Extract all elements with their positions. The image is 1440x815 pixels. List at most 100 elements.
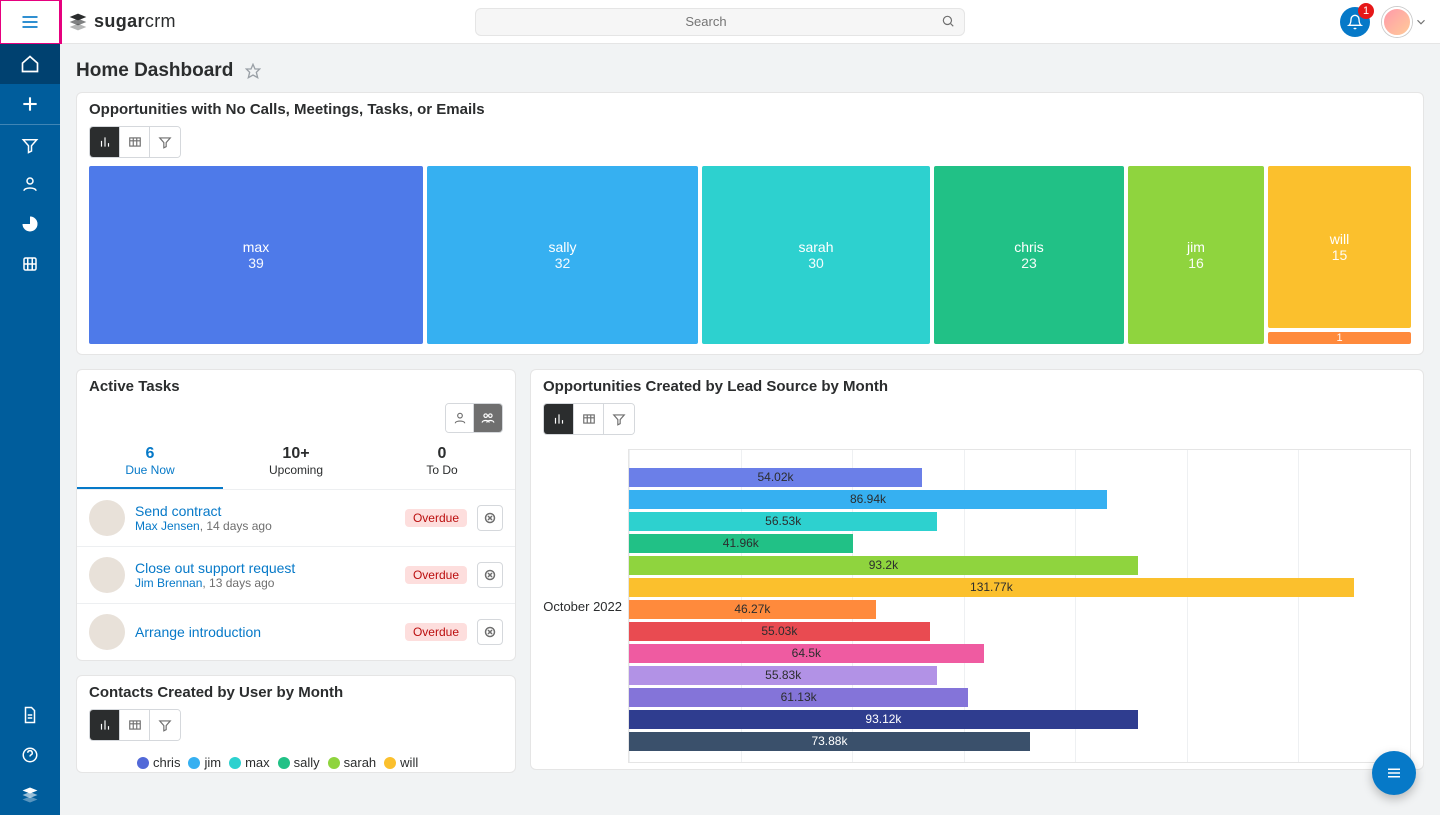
task-dismiss-button[interactable] — [477, 619, 503, 645]
treemap-cell[interactable]: 1 — [1268, 332, 1411, 344]
tab-count: 10+ — [223, 445, 369, 463]
treemap-cell[interactable]: jim16 — [1128, 166, 1264, 344]
treemap-cell[interactable]: chris23 — [934, 166, 1124, 344]
leadsrc-filter[interactable] — [604, 404, 634, 434]
close-icon — [484, 512, 496, 524]
filter-icon — [158, 135, 172, 149]
legend-item[interactable]: max — [229, 755, 270, 770]
nav-stack[interactable] — [0, 775, 60, 815]
bar-segment[interactable]: 93.2k — [629, 556, 1138, 575]
status-badge: Overdue — [405, 623, 467, 641]
treemap-cell-name: chris — [1014, 239, 1044, 255]
legend-item[interactable]: sally — [278, 755, 320, 770]
tab-count: 0 — [369, 445, 515, 463]
view-table-button[interactable] — [120, 127, 150, 157]
contacts-view-table[interactable] — [120, 710, 150, 740]
search-input[interactable] — [475, 8, 965, 36]
treemap-cell[interactable]: will15 — [1268, 166, 1411, 328]
chevron-down-icon — [1414, 15, 1428, 29]
bar-segment[interactable]: 64.5k — [629, 644, 984, 663]
bar-segment[interactable]: 41.96k — [629, 534, 853, 553]
bar-row: 55.03k — [629, 620, 1400, 642]
bar-segment[interactable]: 86.94k — [629, 490, 1107, 509]
table-icon — [582, 412, 596, 426]
bar-segment[interactable]: 131.77k — [629, 578, 1354, 597]
tasks-scope-team[interactable] — [474, 404, 502, 432]
tab-label: Upcoming — [223, 463, 369, 477]
tasks-scope-mine[interactable] — [446, 404, 474, 432]
treemap-cell[interactable]: sally32 — [427, 166, 698, 344]
profile-menu[interactable] — [1382, 7, 1428, 37]
treemap-cell-name: max — [243, 239, 269, 255]
plus-icon — [20, 94, 40, 114]
main-menu-button[interactable] — [0, 0, 60, 44]
legend-swatch — [229, 757, 241, 769]
hamburger-icon — [1385, 764, 1403, 782]
bar-segment[interactable]: 55.03k — [629, 622, 930, 641]
funnel-icon — [21, 136, 39, 154]
task-dismiss-button[interactable] — [477, 562, 503, 588]
notifications-button[interactable]: 1 — [1340, 7, 1370, 37]
view-chart-button[interactable] — [90, 127, 120, 157]
legend-item[interactable]: chris — [137, 755, 180, 770]
legend-swatch — [188, 757, 200, 769]
close-icon — [484, 569, 496, 581]
contacts-view-chart[interactable] — [90, 710, 120, 740]
task-title-link[interactable]: Close out support request — [135, 560, 395, 576]
filter-icon — [158, 718, 172, 732]
treemap-title: Opportunities with No Calls, Meetings, T… — [77, 93, 1423, 126]
stack-icon — [21, 786, 39, 804]
bar-segment[interactable]: 93.12k — [629, 710, 1138, 729]
tasks-tab[interactable]: 6Due Now — [77, 439, 223, 489]
nav-create[interactable] — [0, 84, 60, 124]
treemap-cell-value: 15 — [1332, 247, 1348, 263]
legend-label: jim — [204, 755, 221, 770]
leadsrc-view-table[interactable] — [574, 404, 604, 434]
treemap-cell-value: 16 — [1188, 255, 1204, 271]
treemap-cell-name: will — [1330, 231, 1349, 247]
bar-segment[interactable]: 73.88k — [629, 732, 1030, 751]
task-user-link[interactable]: Max Jensen — [135, 519, 200, 533]
legend-swatch — [384, 757, 396, 769]
avatar-icon — [89, 614, 125, 650]
treemap-cell[interactable]: sarah30 — [702, 166, 930, 344]
brand-name-b: crm — [145, 11, 176, 31]
nav-reports[interactable] — [0, 204, 60, 244]
leadsrc-view-chart[interactable] — [544, 404, 574, 434]
nav-filter[interactable] — [0, 124, 60, 164]
bar-segment[interactable]: 55.83k — [629, 666, 937, 685]
nav-accounts[interactable] — [0, 164, 60, 204]
tasks-tab[interactable]: 10+Upcoming — [223, 439, 369, 489]
leadsrc-bar-chart: 54.02k 86.94k 56.53k 41.96k 93.2k 131.77k 46.2… — [628, 449, 1411, 763]
task-row: Close out support requestJim Brennan, 13… — [77, 546, 515, 603]
task-title-link[interactable]: Send contract — [135, 503, 395, 519]
filter-icon — [612, 412, 626, 426]
legend-item[interactable]: will — [384, 755, 418, 770]
task-dismiss-button[interactable] — [477, 505, 503, 531]
bar-segment[interactable]: 61.13k — [629, 688, 968, 707]
bar-segment[interactable]: 54.02k — [629, 468, 922, 487]
legend-item[interactable]: jim — [188, 755, 221, 770]
bar-segment[interactable]: 56.53k — [629, 512, 937, 531]
task-title-link[interactable]: Arrange introduction — [135, 624, 395, 640]
filter-button[interactable] — [150, 127, 180, 157]
person-icon — [21, 175, 39, 193]
notification-count: 1 — [1358, 3, 1374, 19]
fab-button[interactable] — [1372, 751, 1416, 795]
nav-home[interactable] — [0, 44, 60, 84]
nav-grid[interactable] — [0, 244, 60, 284]
tasks-tab[interactable]: 0To Do — [369, 439, 515, 489]
star-icon — [245, 63, 261, 79]
treemap-cell[interactable]: max39 — [89, 166, 423, 344]
contacts-filter[interactable] — [150, 710, 180, 740]
nav-help[interactable] — [0, 735, 60, 775]
brand-logo[interactable]: sugarcrm — [60, 11, 176, 32]
close-icon — [484, 626, 496, 638]
legend-item[interactable]: sarah — [328, 755, 377, 770]
table-icon — [128, 718, 142, 732]
favorite-toggle[interactable] — [245, 63, 261, 79]
bar-segment[interactable]: 46.27k — [629, 600, 876, 619]
bar-row: 61.13k — [629, 686, 1400, 708]
task-user-link[interactable]: Jim Brennan — [135, 576, 202, 590]
nav-docs[interactable] — [0, 695, 60, 735]
